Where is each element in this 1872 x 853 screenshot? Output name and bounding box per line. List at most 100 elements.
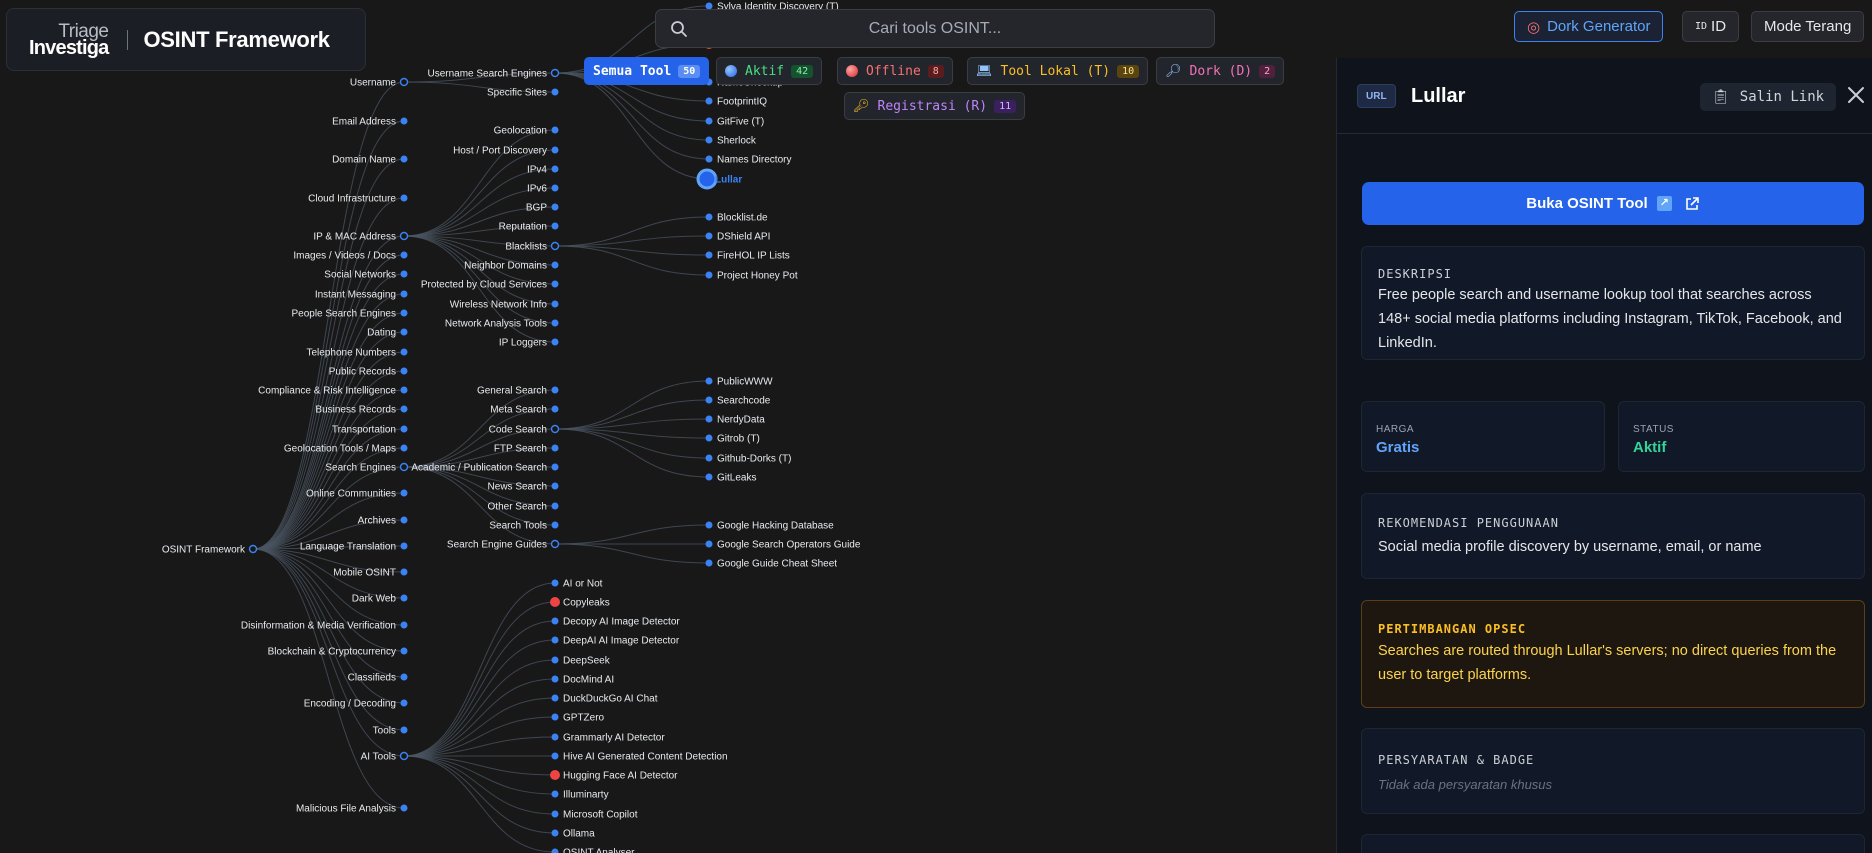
tree-node-gitfive-t[interactable]: GitFive (T)	[705, 117, 765, 128]
tree-node-meta-search[interactable]: Meta Search	[490, 405, 559, 416]
tree-node-neighbor-domains[interactable]: Neighbor Domains	[464, 261, 559, 272]
tree-node-osint-analyser[interactable]: OSINT Analyser	[551, 848, 636, 853]
tree-node-decopy-ai-image-detector[interactable]: Decopy AI Image Detector	[551, 617, 681, 628]
tree-node-network-analysis-tools[interactable]: Network Analysis Tools	[445, 319, 559, 330]
tree-node-gptzero[interactable]: GPTZero	[551, 713, 605, 724]
filter-registration[interactable]: 🔑︎ Registrasi (R) 11	[844, 92, 1026, 120]
tree-node-firehol-ip-lists[interactable]: FireHOL IP Lists	[705, 251, 790, 262]
tree-node-images-videos-docs[interactable]: Images / Videos / Docs	[293, 251, 408, 262]
tree-node-publicwww[interactable]: PublicWWW	[705, 377, 774, 388]
tree-node-specific-sites[interactable]: Specific Sites	[487, 88, 559, 99]
tree-node-lullar[interactable]: Lullar	[696, 168, 742, 190]
tree-node-encoding-decoding[interactable]: Encoding / Decoding	[304, 699, 408, 710]
tree-node-ai-or-not[interactable]: AI or Not	[551, 579, 603, 590]
tree-node-malicious-file-analysis[interactable]: Malicious File Analysis	[296, 804, 408, 815]
tree-node-github-dorks-t[interactable]: Github-Dorks (T)	[705, 454, 792, 465]
tree-node-microsoft-copilot[interactable]: Microsoft Copilot	[551, 810, 638, 821]
tree-node-ollama[interactable]: Ollama	[551, 829, 596, 840]
tree-node-duckduckgo-ai-chat[interactable]: DuckDuckGo AI Chat	[551, 694, 658, 705]
tree-node-blockchain-cryptocurrency[interactable]: Blockchain & Cryptocurrency	[268, 647, 408, 658]
filter-local[interactable]: 💻︎ Tool Lokal (T) 10	[967, 57, 1149, 85]
tree-node-gitrob-t[interactable]: Gitrob (T)	[705, 434, 760, 445]
tree-node-docmind-ai[interactable]: DocMind AI	[551, 675, 615, 686]
tree-node-project-honey-pot[interactable]: Project Honey Pot	[705, 271, 798, 282]
tree-node-illuminarty[interactable]: Illuminarty	[551, 790, 609, 801]
tree-node-ip-loggers[interactable]: IP Loggers	[499, 338, 559, 349]
tree-node-protected-by-cloud-services[interactable]: Protected by Cloud Services	[421, 280, 559, 291]
tree-node-reputation[interactable]: Reputation	[499, 222, 559, 233]
tree-node-people-search-engines[interactable]: People Search Engines	[291, 309, 408, 320]
tree-node-blacklists[interactable]: Blacklists	[505, 242, 560, 253]
tree-node-social-networks[interactable]: Social Networks	[324, 270, 408, 281]
filter-offline[interactable]: Offline 8	[837, 57, 953, 85]
search-input[interactable]	[656, 10, 1214, 47]
tree-node-language-translation[interactable]: Language Translation	[300, 542, 408, 553]
tree-node-mobile-osint[interactable]: Mobile OSINT	[333, 568, 408, 579]
close-icon[interactable]	[1845, 84, 1867, 106]
tree-node-other-search[interactable]: Other Search	[488, 502, 559, 513]
tree-node-blocklist-de[interactable]: Blocklist.de	[705, 213, 769, 224]
tree-node-dark-web[interactable]: Dark Web	[352, 594, 408, 605]
copy-link-button[interactable]: 📋︎ Salin Link	[1700, 83, 1837, 111]
filter-active[interactable]: Aktif 42	[716, 57, 823, 85]
tree-node-classifieds[interactable]: Classifieds	[348, 673, 408, 684]
tree-node-disinformation-media-verification[interactable]: Disinformation & Media Verification	[241, 621, 408, 632]
tree-node-wireless-network-info[interactable]: Wireless Network Info	[450, 300, 559, 311]
tree-node-archives[interactable]: Archives	[358, 516, 408, 527]
dork-generator-button[interactable]: ◎ Dork Generator	[1514, 11, 1664, 42]
filter-all[interactable]: Semua Tool 50	[584, 57, 710, 85]
tree-node-transportation[interactable]: Transportation	[332, 425, 408, 436]
tree-node-gitleaks[interactable]: GitLeaks	[705, 473, 757, 484]
tree-node-ipv6[interactable]: IPv6	[527, 184, 559, 195]
tree-node-ipv4[interactable]: IPv4	[527, 165, 559, 176]
tree-node-grammarly-ai-detector[interactable]: Grammarly AI Detector	[551, 733, 666, 744]
tree-node-dshield-api[interactable]: DShield API	[705, 232, 771, 243]
tree-node-google-hacking-database[interactable]: Google Hacking Database	[705, 521, 835, 532]
tree-node-public-records[interactable]: Public Records	[329, 367, 408, 378]
tree-node-general-search[interactable]: General Search	[477, 386, 559, 397]
tree-node-footprintiq[interactable]: FootprintIQ	[705, 97, 768, 108]
tree-node-osint-framework[interactable]: OSINT Framework	[162, 545, 258, 556]
tree-node-academic-publication-search[interactable]: Academic / Publication Search	[411, 463, 559, 474]
tree-node-cloud-infrastructure[interactable]: Cloud Infrastructure	[308, 194, 408, 205]
tree-node-hugging-face-ai-detector[interactable]: Hugging Face AI Detector	[550, 770, 678, 782]
tree-node-email-address[interactable]: Email Address	[332, 117, 408, 128]
tree-node-online-communities[interactable]: Online Communities	[306, 489, 408, 500]
osint-tree[interactable]: OSINT Framework Username Email Address Doma…	[0, 0, 1336, 853]
filter-local-count: 10	[1117, 64, 1140, 78]
search-bar[interactable]	[655, 9, 1215, 48]
tree-node-business-records[interactable]: Business Records	[315, 405, 408, 416]
tree-node-search-engines[interactable]: Search Engines	[325, 463, 409, 474]
tree-node-nerdydata[interactable]: NerdyData	[705, 415, 766, 426]
tree-node-names-directory[interactable]: Names Directory	[705, 155, 792, 166]
tree-node-instant-messaging[interactable]: Instant Messaging	[315, 290, 408, 301]
tree-node-ftp-search[interactable]: FTP Search	[494, 444, 559, 455]
tree-node-tools[interactable]: Tools	[373, 726, 408, 737]
tree-node-ai-tools[interactable]: AI Tools	[361, 752, 409, 763]
tree-node-compliance-risk-intelligence[interactable]: Compliance & Risk Intelligence	[258, 386, 408, 397]
tree-node-username-search-engines[interactable]: Username Search Engines	[427, 69, 560, 80]
tree-node-searchcode[interactable]: Searchcode	[705, 396, 771, 407]
tree-node-news-search[interactable]: News Search	[488, 482, 559, 493]
tree-node-host-port-discovery[interactable]: Host / Port Discovery	[453, 146, 559, 157]
tree-node-google-guide-cheat-sheet[interactable]: Google Guide Cheat Sheet	[705, 559, 838, 570]
language-toggle-button[interactable]: ID ID	[1682, 11, 1740, 42]
tree-node-telephone-numbers[interactable]: Telephone Numbers	[307, 348, 408, 359]
tree-node-geolocation-tools-maps[interactable]: Geolocation Tools / Maps	[284, 444, 408, 455]
tree-node-sherlock[interactable]: Sherlock	[705, 136, 757, 147]
tree-node-search-engine-guides[interactable]: Search Engine Guides	[447, 540, 560, 551]
tree-node-deepseek[interactable]: DeepSeek	[551, 656, 611, 667]
tree-node-hive-ai-generated-content-detection[interactable]: Hive AI Generated Content Detection	[551, 752, 728, 763]
tree-node-code-search[interactable]: Code Search	[489, 425, 560, 436]
theme-toggle-button[interactable]: Mode Terang	[1751, 11, 1865, 42]
tree-node-google-search-operators-guide[interactable]: Google Search Operators Guide	[705, 540, 861, 551]
tree-node-geolocation[interactable]: Geolocation	[494, 126, 559, 137]
tree-node-copyleaks[interactable]: Copyleaks	[550, 597, 610, 609]
open-tool-button[interactable]: Buka OSINT Tool ↗	[1362, 182, 1864, 225]
tree-node-dating[interactable]: Dating	[367, 328, 408, 339]
filter-dork[interactable]: 🔎︎ Dork (D) 2	[1156, 57, 1285, 85]
tree-node-bgp[interactable]: BGP	[526, 203, 559, 214]
tree-node-ip-mac-address[interactable]: IP & MAC Address	[313, 232, 409, 243]
tree-node-search-tools[interactable]: Search Tools	[489, 521, 559, 532]
tree-node-deepai-ai-image-detector[interactable]: DeepAI AI Image Detector	[551, 636, 680, 647]
